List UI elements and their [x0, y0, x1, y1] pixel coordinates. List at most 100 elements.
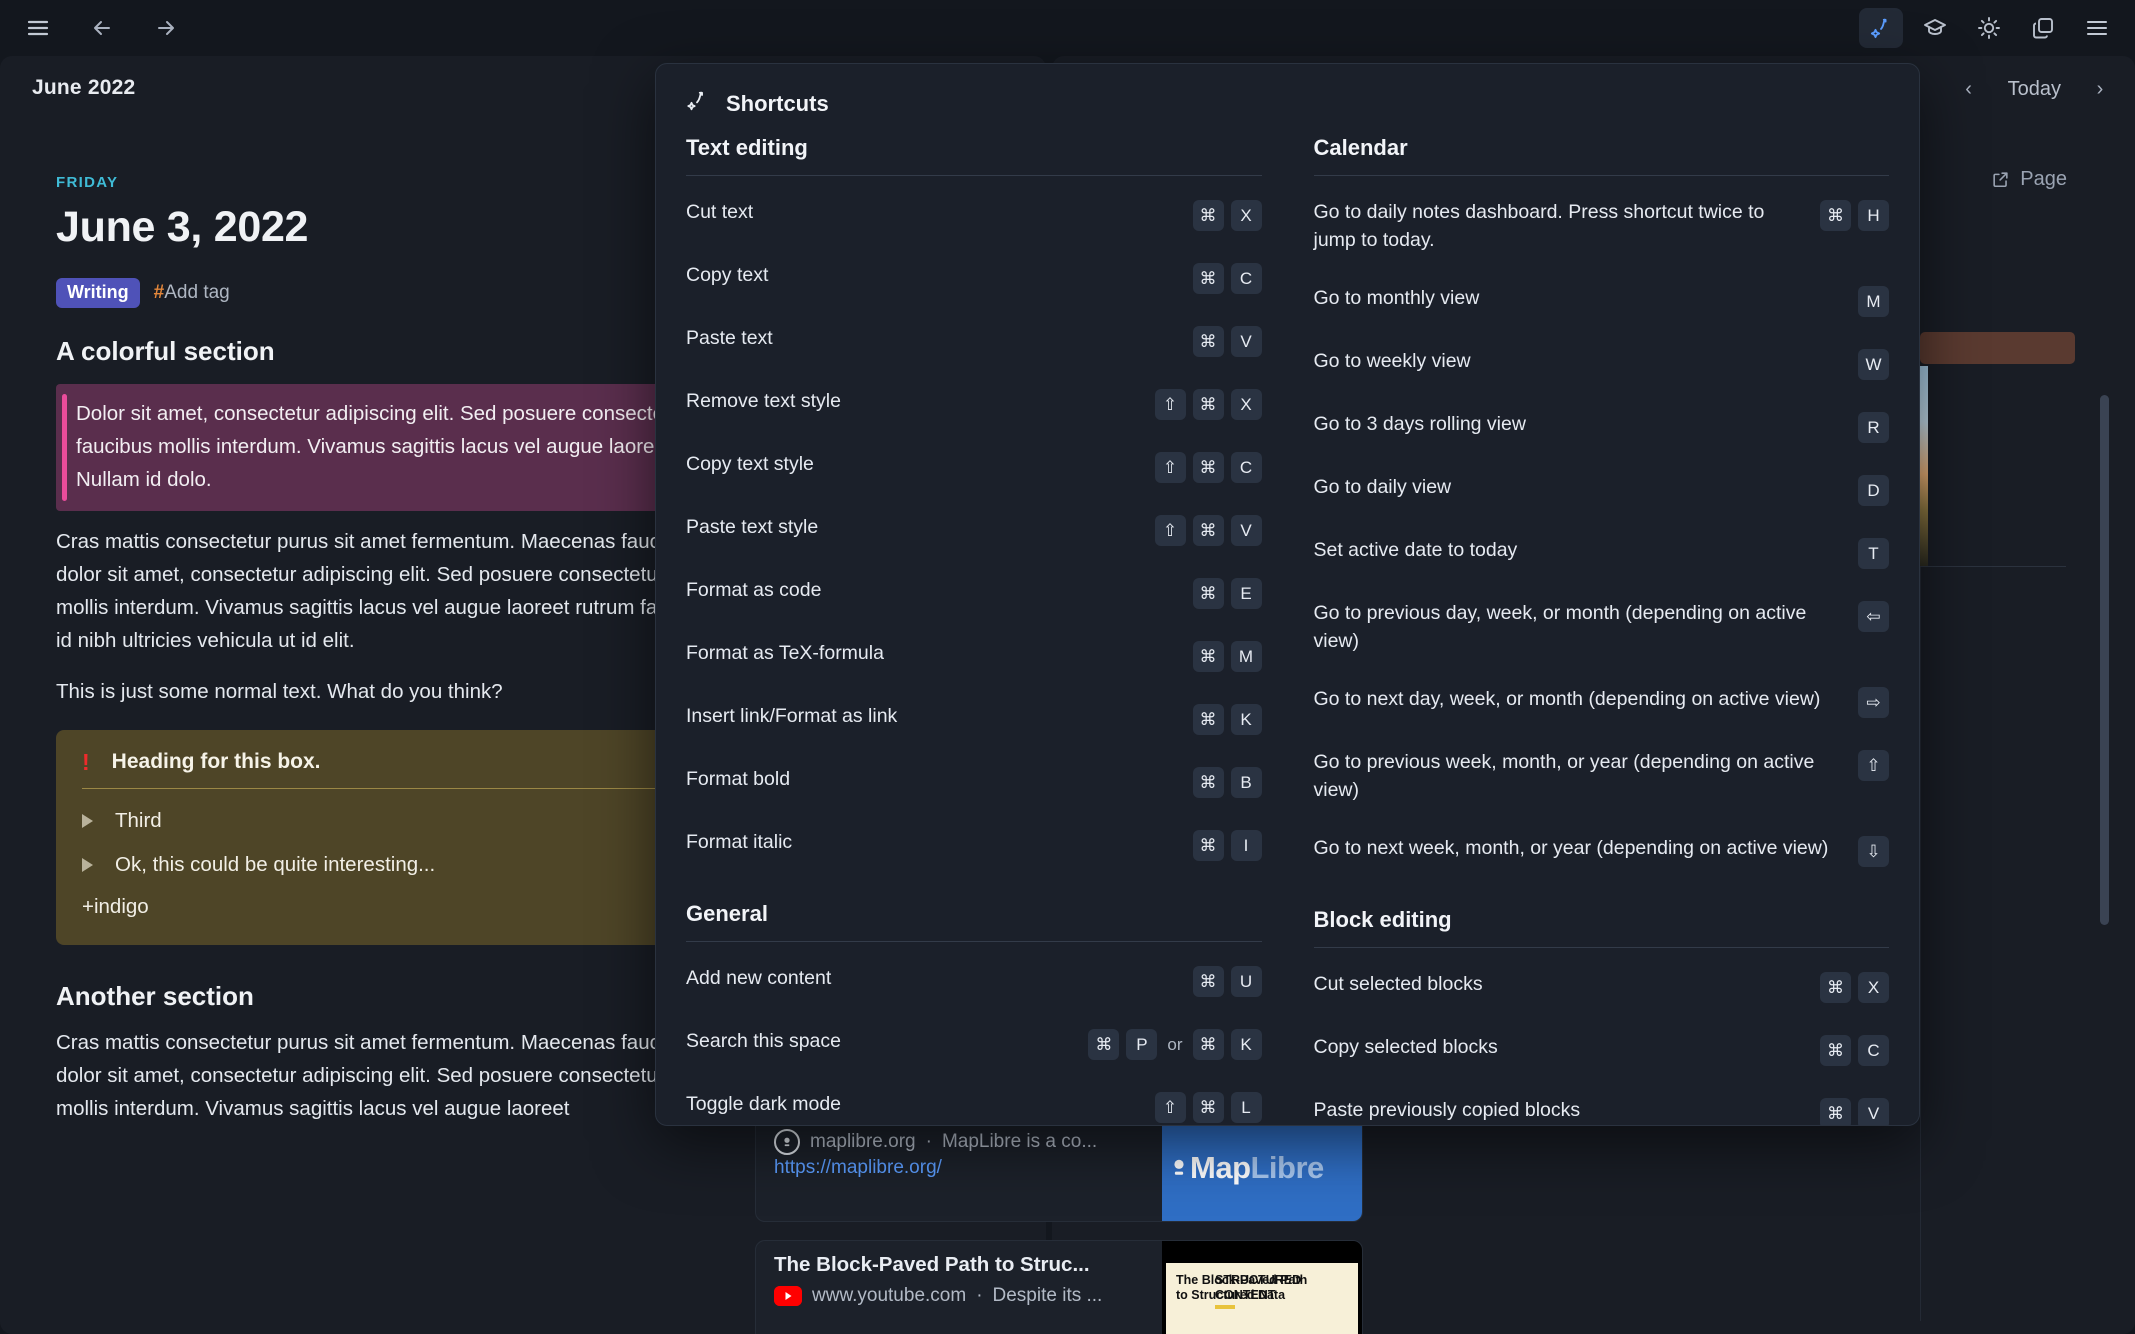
shortcut-row[interactable]: Cut selected blocks ⌘ X	[1314, 954, 1889, 1017]
shortcut-row[interactable]: Format italic ⌘ I	[686, 812, 1262, 875]
maplibre-pin-icon	[774, 1129, 800, 1155]
add-tag-button[interactable]: #Add tag	[154, 282, 230, 304]
graduation-cap-icon[interactable]	[1913, 8, 1957, 48]
shortcut-label: Copy text style	[686, 453, 814, 475]
key-badge: ⇧	[1154, 515, 1186, 546]
shortcut-row[interactable]: Go to next week, month, or year (dependi…	[1314, 818, 1889, 881]
key-badge: ⌘	[1192, 704, 1224, 735]
key-badge: ⇨	[1858, 687, 1889, 718]
right-page-label: Page	[2020, 168, 2067, 190]
thumb-text-bold: Map	[1190, 1150, 1251, 1185]
key-badge: K	[1230, 704, 1262, 735]
key-badge: ⌘	[1192, 641, 1224, 672]
maplibre-logo-pin-icon	[1174, 1159, 1184, 1175]
shortcuts-modal: Shortcuts Text editing Cut text ⌘ X Copy tex…	[655, 63, 1920, 1126]
shortcut-row[interactable]: Search this space ⌘ Por ⌘ K	[686, 1011, 1262, 1074]
shortcut-row[interactable]: Format as code ⌘ E	[686, 560, 1262, 623]
section-divider	[1313, 175, 1889, 176]
shortcut-row[interactable]: Add new content ⌘ U	[686, 948, 1262, 1011]
today-button[interactable]: Today	[2008, 78, 2061, 101]
right-scrollbar-thumb[interactable]	[2100, 395, 2109, 925]
shortcut-label: Go to 3 days rolling view	[1313, 413, 1526, 435]
shortcut-row[interactable]: Insert link/Format as link ⌘ K	[686, 686, 1262, 749]
shortcut-row[interactable]: Go to 3 days rolling view R	[1313, 394, 1889, 457]
key-badge: ⇧	[1154, 1092, 1186, 1123]
right-pane-hairline	[1920, 566, 2066, 567]
shortcut-label: Paste text style	[686, 516, 819, 538]
shortcut-row[interactable]: Go to monthly view M	[1313, 268, 1889, 331]
shortcut-section-text-editing: Text editing Cut text ⌘ X Copy text ⌘ C Paste t…	[686, 135, 1262, 875]
thumbnail-inner: The Block-Paved Path to Structured Data …	[1166, 1263, 1358, 1334]
link-card-thumbnail: Map Libre	[1162, 1115, 1362, 1221]
shortcut-row[interactable]: Copy text ⌘ C	[686, 245, 1262, 308]
shortcut-row[interactable]: Remove text style ⇧ ⌘ X	[686, 371, 1262, 434]
shortcut-keys: ⇧ ⌘ C	[1154, 450, 1262, 483]
shortcut-row[interactable]: Paste previously copied blocks ⌘ V	[1314, 1080, 1889, 1125]
next-day-icon[interactable]: ›	[2087, 76, 2113, 102]
key-badge: ⌘	[1192, 263, 1224, 294]
duplicate-panes-icon[interactable]	[2021, 8, 2065, 48]
toolbar-right-group	[1859, 0, 2119, 56]
shortcut-row[interactable]: Go to weekly view W	[1314, 331, 1889, 394]
shortcut-keys: ⇩	[1858, 834, 1889, 867]
prev-day-icon[interactable]: ‹	[1956, 76, 1982, 102]
shortcut-row[interactable]: Go to daily notes dashboard. Press short…	[1314, 182, 1889, 268]
shortcut-keys: ⌘ B	[1192, 765, 1262, 798]
link-card-youtube[interactable]: The Block-Paved Path to Struc... www.you…	[755, 1240, 1363, 1334]
shortcut-label: Remove text style	[686, 390, 841, 412]
key-badge: W	[1858, 349, 1889, 380]
right-pane-color-block	[1920, 332, 2075, 364]
shortcut-row[interactable]: Go to previous day, week, or month (depe…	[1314, 583, 1889, 669]
forward-arrow-icon[interactable]	[144, 8, 188, 48]
right-page-button[interactable]: Page	[1991, 168, 2067, 191]
key-badge: ⌘	[1192, 200, 1224, 231]
key-badge: ⌘	[1192, 767, 1224, 798]
link-card-url[interactable]: https://maplibre.org/	[774, 1157, 1144, 1179]
link-card-desc: Despite its ...	[992, 1285, 1103, 1306]
back-arrow-icon[interactable]	[80, 8, 124, 48]
link-card-maplibre[interactable]: maplibre.org · MapLibre is a co... https…	[755, 1114, 1363, 1222]
shortcut-row[interactable]: Paste text style ⇧ ⌘ V	[686, 497, 1262, 560]
more-menu-icon[interactable]	[2075, 8, 2119, 48]
shortcut-keys: ⌘ C	[1192, 261, 1262, 294]
shortcut-row[interactable]: Go to daily view D	[1314, 457, 1889, 520]
shortcut-row[interactable]: Paste text ⌘ V	[686, 308, 1262, 371]
shortcuts-magic-icon[interactable]	[1859, 8, 1903, 48]
key-badge: T	[1858, 538, 1889, 569]
key-badge: B	[1230, 767, 1262, 798]
shortcut-keys: ⌘ X	[1192, 198, 1262, 231]
shortcut-row[interactable]: Go to previous week, month, or year (dep…	[1314, 732, 1889, 818]
shortcut-row[interactable]: Copy selected blocks ⌘ C	[1314, 1017, 1889, 1080]
modal-title: Shortcuts	[726, 90, 829, 116]
shortcut-row[interactable]: Copy text style ⇧ ⌘ C	[686, 434, 1262, 497]
shortcut-or-label: or	[1167, 1034, 1183, 1054]
key-badge: ⌘	[1088, 1029, 1120, 1060]
chevron-right-icon[interactable]	[82, 858, 93, 872]
shortcut-row[interactable]: Format as TeX-formula ⌘ M	[686, 623, 1262, 686]
month-label: June 2022	[32, 76, 136, 99]
link-card-body: The Block-Paved Path to Struc... www.you…	[756, 1241, 1162, 1334]
shortcut-row[interactable]: Go to next day, week, or month (dependin…	[1314, 669, 1889, 732]
shortcut-keys: ⌘ X	[1820, 970, 1889, 1003]
key-badge: U	[1230, 966, 1262, 997]
key-badge: ⌘	[1192, 515, 1224, 546]
shortcut-row[interactable]: Cut text ⌘ X	[686, 182, 1262, 245]
key-badge: D	[1858, 475, 1889, 506]
shortcut-row[interactable]: Format bold ⌘ B	[686, 749, 1262, 812]
menu-icon[interactable]	[16, 8, 60, 48]
status-badge[interactable]: Writing	[56, 278, 140, 308]
shortcut-row[interactable]: Set active date to today T	[1314, 520, 1889, 583]
chevron-right-icon[interactable]	[82, 814, 93, 828]
toolbar-left-group	[0, 8, 188, 48]
key-badge: P	[1126, 1029, 1158, 1060]
shortcut-label: Go to monthly view	[1313, 287, 1480, 309]
shortcut-keys: ⌘ C	[1820, 1033, 1889, 1066]
theme-sun-icon[interactable]	[1967, 8, 2011, 48]
shortcut-row[interactable]: Toggle dark mode ⇧ ⌘ L	[686, 1074, 1262, 1125]
modal-columns: Text editing Cut text ⌘ X Copy text ⌘ C Paste t…	[656, 117, 1919, 1125]
shortcut-label: Format as TeX-formula	[686, 642, 884, 664]
key-badge: X	[1858, 972, 1889, 1003]
link-card-site: maplibre.org	[810, 1131, 916, 1152]
shortcut-keys: D	[1858, 473, 1889, 506]
